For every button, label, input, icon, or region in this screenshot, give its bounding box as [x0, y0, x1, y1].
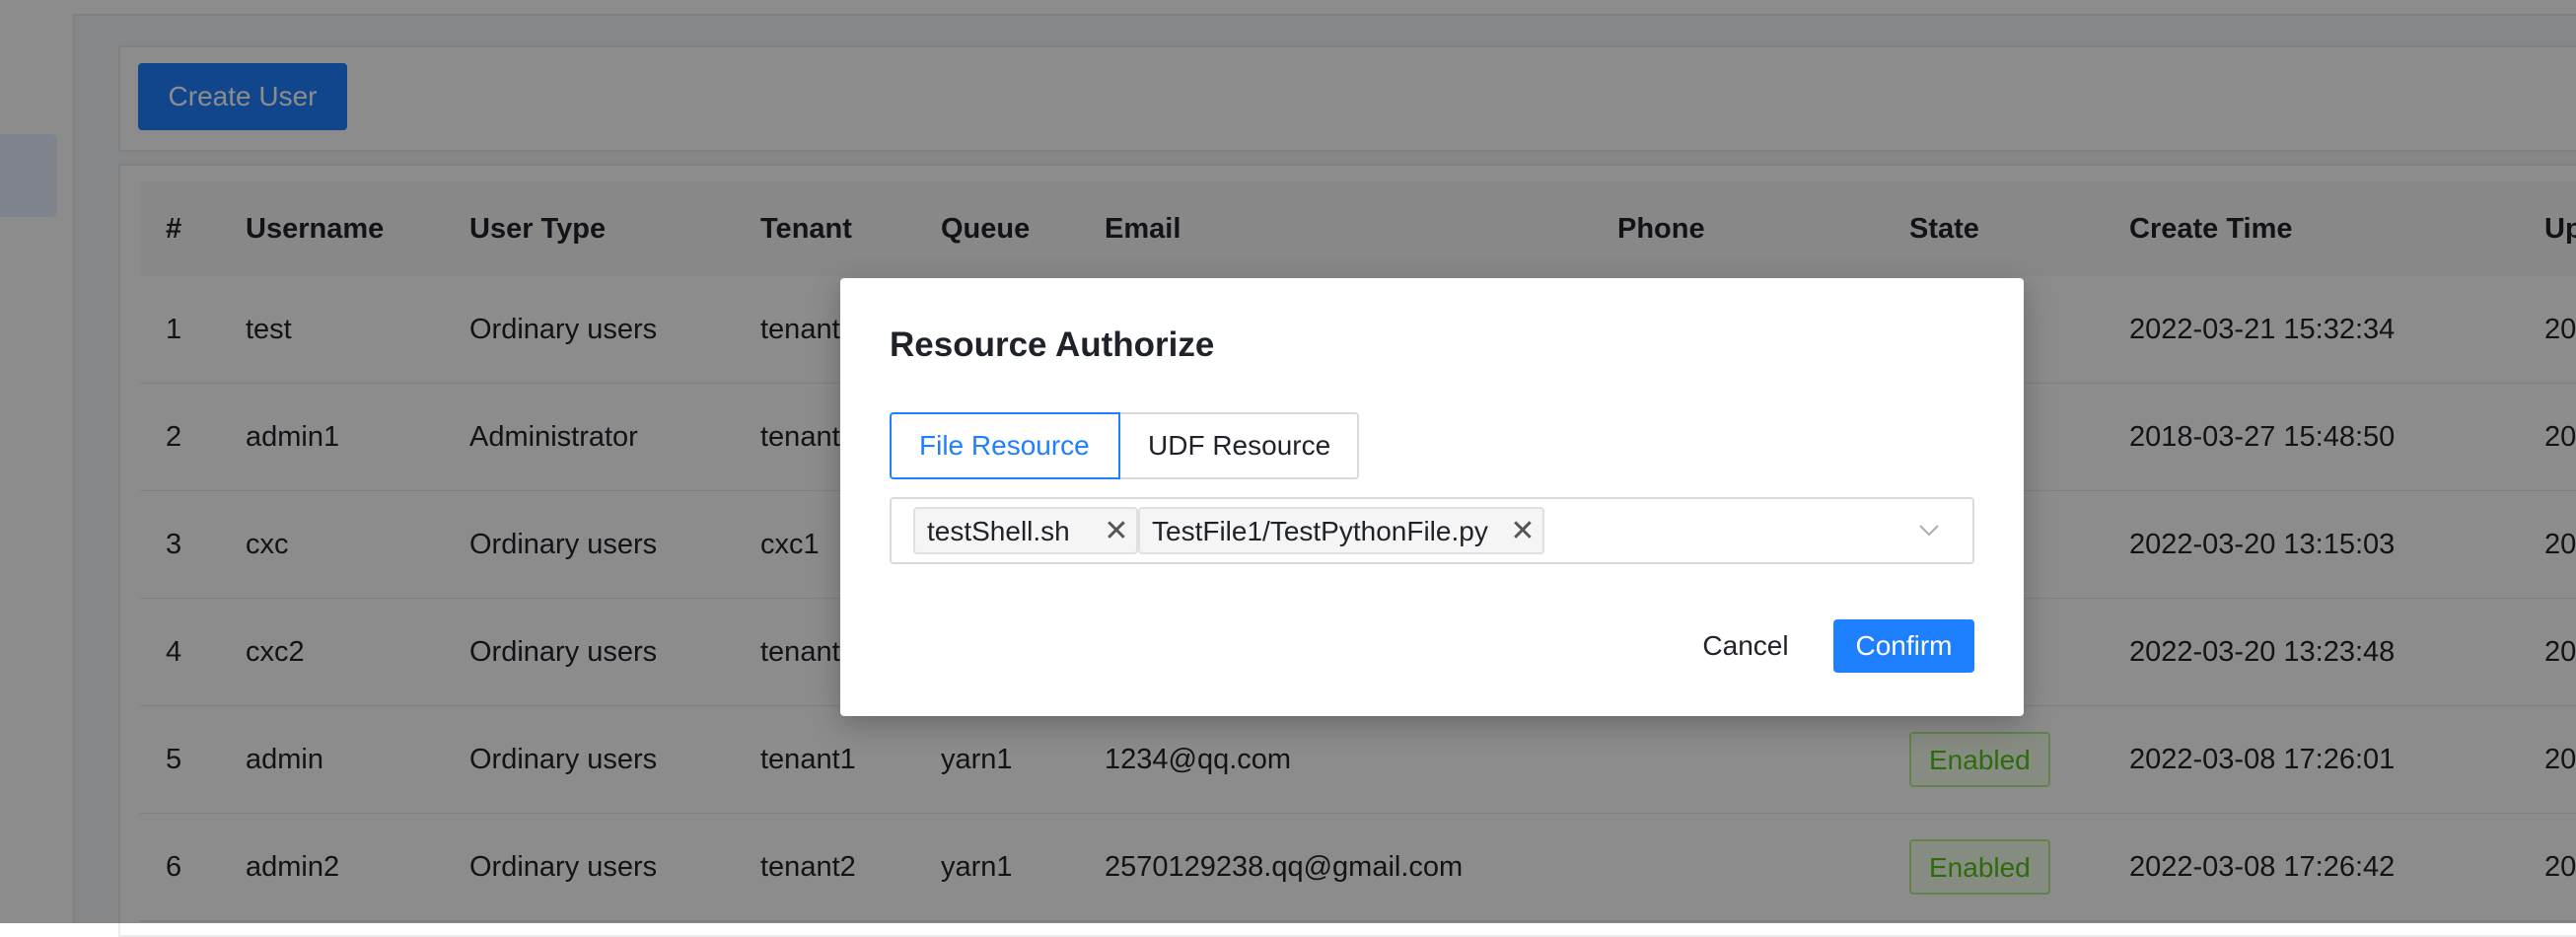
tag-label: TestFile1/TestPythonFile.py	[1152, 516, 1488, 546]
selected-resource-tag: testShell.sh ✕	[913, 507, 1138, 554]
selected-resource-tag: TestFile1/TestPythonFile.py ✕	[1138, 507, 1544, 554]
tab-file-resource[interactable]: File Resource	[890, 412, 1120, 479]
confirm-button[interactable]: Confirm	[1833, 619, 1974, 673]
cancel-button[interactable]: Cancel	[1684, 619, 1807, 673]
close-icon[interactable]: ✕	[1097, 509, 1136, 554]
chevron-down-icon[interactable]	[1909, 511, 1949, 550]
tab-udf-resource[interactable]: UDF Resource	[1118, 412, 1359, 479]
resource-authorize-dialog: Resource Authorize File Resource UDF Res…	[840, 278, 2024, 716]
tag-label: testShell.sh	[927, 516, 1070, 546]
close-icon[interactable]: ✕	[1503, 509, 1542, 554]
resource-multi-select[interactable]: testShell.sh ✕ TestFile1/TestPythonFile.…	[890, 497, 1974, 564]
dialog-title: Resource Authorize	[890, 325, 1215, 364]
